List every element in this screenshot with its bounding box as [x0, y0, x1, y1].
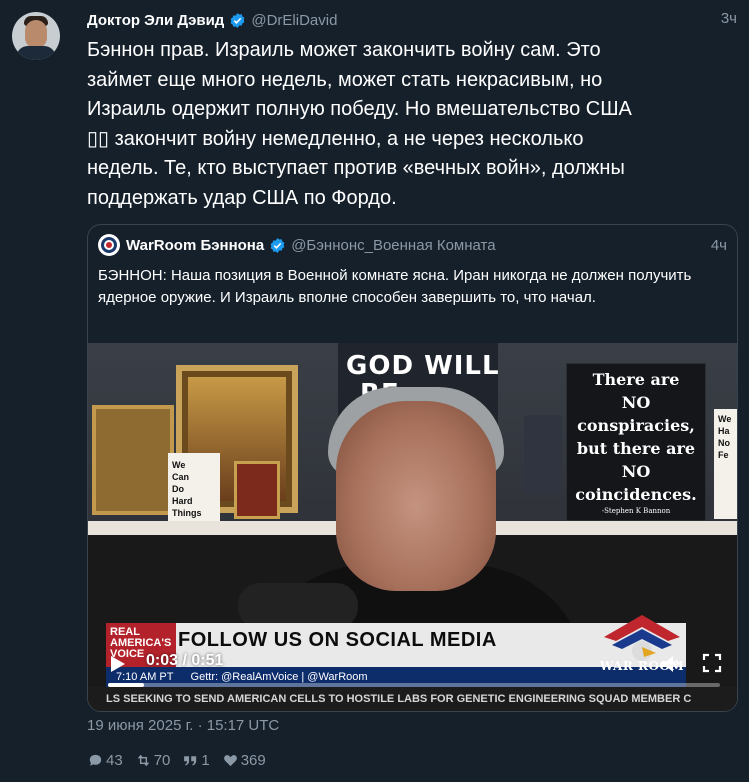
video-person-head [336, 401, 496, 591]
quote-author-name: WarRoom Бэннона [126, 236, 265, 254]
like-icon [223, 754, 237, 766]
retweet-button[interactable]: 70 [135, 751, 171, 769]
reply-button[interactable]: 43 [87, 752, 123, 769]
tweet-time[interactable]: 3ч [721, 10, 737, 27]
quote-button[interactable]: 1 [182, 751, 210, 769]
like-count: 369 [240, 751, 266, 769]
tweet-header: Доктор Эли Дэвид @DrEliDavid [87, 10, 337, 30]
reply-icon [89, 754, 102, 766]
poster-line: NO [621, 462, 651, 481]
like-button[interactable]: 369 [222, 752, 266, 769]
quoted-tweet[interactable]: WarRoom Бэннона @Бэннонс_Военная Комната… [87, 224, 738, 712]
video-progress-bar[interactable] [108, 683, 720, 687]
tweet-text: Бэннон прав. Израиль может закончить вой… [87, 39, 632, 209]
tweet-timestamp[interactable]: 19 июня 2025 г. · 15:17 UTC [87, 717, 279, 734]
quote-time: 4ч [710, 237, 727, 254]
quote-count: 1 [201, 751, 210, 769]
tweet-actions: 43 70 1 369 [87, 750, 278, 770]
video-poster-right: We Ha No Fe [714, 409, 737, 519]
poster-line: NO [621, 393, 651, 412]
sign-text-line1: GOD WILL [346, 351, 500, 381]
reply-count: 43 [106, 751, 123, 769]
video-progress-fill [108, 683, 145, 687]
poster-line: conspiracies, [577, 416, 695, 435]
video-card: We Can Do Hard Things [168, 453, 220, 523]
poster-line: but there are [576, 439, 696, 458]
video-cup [524, 415, 562, 493]
poster-line: coincidences. [575, 485, 697, 504]
fullscreen-icon[interactable] [702, 653, 722, 673]
icon-frame-small [234, 461, 280, 519]
quote-icon [184, 755, 197, 765]
verified-badge-icon [230, 12, 245, 28]
poster-signature: -Stephen K Bannon [601, 507, 671, 515]
author-handle[interactable]: @DrEliDavid [251, 12, 337, 29]
quote-avatar [98, 234, 120, 256]
author-name[interactable]: Доктор Эли Дэвид [87, 12, 224, 29]
tweet: Доктор Эли Дэвид @DrEliDavid 3ч Бэннон п… [0, 0, 749, 782]
poster-line: There are [592, 370, 680, 389]
volume-icon[interactable] [660, 653, 682, 675]
video-poster: There are NO conspiracies, but there are… [566, 363, 706, 521]
retweet-count: 70 [153, 751, 171, 769]
icon-frame-left [92, 405, 174, 515]
video-timecode: 0:03 / 0:51 [146, 652, 224, 669]
video-controls: 0:03 / 0:51 [88, 641, 737, 711]
retweet-icon [137, 754, 149, 766]
play-icon[interactable] [110, 655, 126, 673]
quote-header: WarRoom Бэннона @Бэннонс_Военная Комната [98, 234, 496, 256]
author-avatar[interactable] [12, 12, 60, 60]
quote-text: БЭННОН: Наша позиция в Военной комнате я… [98, 267, 692, 306]
verified-badge-icon [270, 237, 285, 253]
quote-author-handle: @Бэннонс_Военная Комната [291, 236, 496, 254]
video-player[interactable]: GOD WILL RE We Can Do Hard Things There … [88, 343, 737, 711]
